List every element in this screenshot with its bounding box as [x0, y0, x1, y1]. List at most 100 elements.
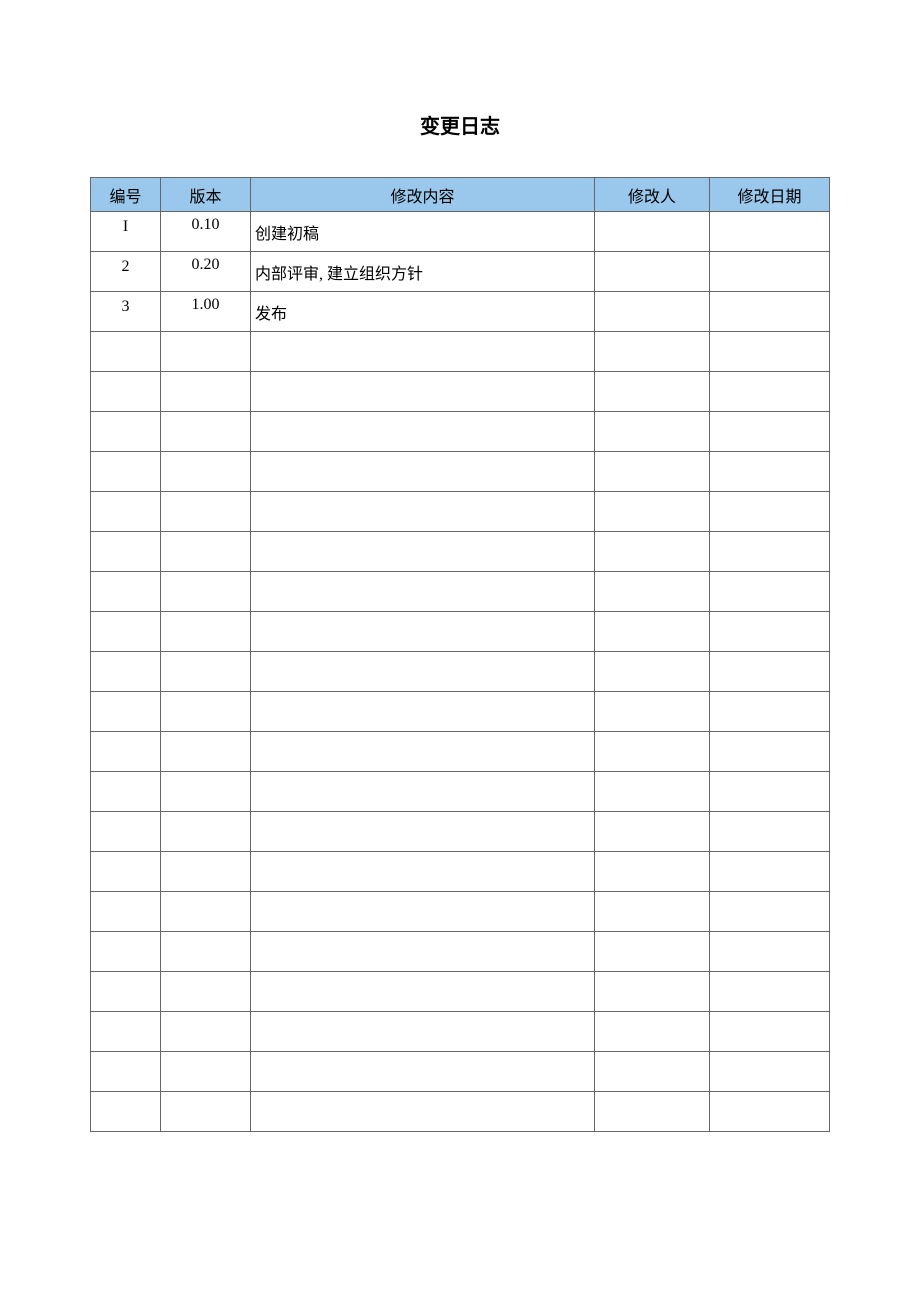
table-row: [91, 532, 830, 572]
cell-author: [595, 972, 710, 1012]
cell-author: [595, 732, 710, 772]
cell-num: [91, 852, 161, 892]
table-row: [91, 1092, 830, 1132]
cell-content: [251, 692, 595, 732]
cell-ver: [161, 612, 251, 652]
cell-date: [710, 732, 830, 772]
cell-author: [595, 572, 710, 612]
cell-num: [91, 692, 161, 732]
cell-author: [595, 612, 710, 652]
cell-ver: [161, 812, 251, 852]
cell-content: [251, 812, 595, 852]
cell-content: [251, 492, 595, 532]
table-row: [91, 492, 830, 532]
cell-num: [91, 972, 161, 1012]
table-row: [91, 692, 830, 732]
cell-date: [710, 492, 830, 532]
cell-author: [595, 1052, 710, 1092]
table-row: I0.10创建初稿: [91, 212, 830, 252]
cell-num: [91, 492, 161, 532]
cell-ver: [161, 772, 251, 812]
cell-date: [710, 692, 830, 732]
cell-date: [710, 852, 830, 892]
cell-date: [710, 372, 830, 412]
cell-author: [595, 692, 710, 732]
table-row: [91, 412, 830, 452]
cell-author: [595, 772, 710, 812]
cell-content: 内部评审, 建立组织方针: [251, 252, 595, 292]
table-row: [91, 572, 830, 612]
cell-date: [710, 292, 830, 332]
header-ver: 版本: [161, 178, 251, 212]
header-author: 修改人: [595, 178, 710, 212]
cell-ver: [161, 852, 251, 892]
cell-ver: [161, 972, 251, 1012]
cell-date: [710, 332, 830, 372]
cell-ver: 0.20: [161, 252, 251, 292]
cell-author: [595, 932, 710, 972]
cell-date: [710, 612, 830, 652]
cell-ver: [161, 652, 251, 692]
cell-num: [91, 532, 161, 572]
cell-ver: [161, 892, 251, 932]
table-row: [91, 932, 830, 972]
header-date: 修改日期: [710, 178, 830, 212]
table-row: [91, 732, 830, 772]
table-row: [91, 772, 830, 812]
cell-content: [251, 412, 595, 452]
cell-content: [251, 932, 595, 972]
cell-date: [710, 652, 830, 692]
cell-content: [251, 852, 595, 892]
cell-num: [91, 932, 161, 972]
cell-date: [710, 452, 830, 492]
changelog-table: 编号 版本 修改内容 修改人 修改日期 I0.10创建初稿20.20内部评审, …: [90, 177, 830, 1132]
cell-author: [595, 892, 710, 932]
cell-ver: [161, 372, 251, 412]
cell-date: [710, 1092, 830, 1132]
table-row: 20.20内部评审, 建立组织方针: [91, 252, 830, 292]
cell-ver: [161, 732, 251, 772]
table-row: [91, 332, 830, 372]
cell-content: [251, 732, 595, 772]
cell-date: [710, 1012, 830, 1052]
cell-author: [595, 1092, 710, 1132]
cell-ver: [161, 692, 251, 732]
table-row: [91, 1052, 830, 1092]
cell-date: [710, 972, 830, 1012]
cell-author: [595, 492, 710, 532]
cell-ver: [161, 332, 251, 372]
cell-date: [710, 932, 830, 972]
table-row: [91, 972, 830, 1012]
cell-content: [251, 652, 595, 692]
header-num: 编号: [91, 178, 161, 212]
cell-content: [251, 1052, 595, 1092]
table-row: [91, 452, 830, 492]
cell-author: [595, 852, 710, 892]
table-row: [91, 612, 830, 652]
cell-date: [710, 532, 830, 572]
cell-num: [91, 652, 161, 692]
table-row: [91, 372, 830, 412]
cell-ver: [161, 412, 251, 452]
cell-content: [251, 612, 595, 652]
cell-content: [251, 772, 595, 812]
page-title: 变更日志: [90, 110, 830, 139]
cell-num: [91, 1012, 161, 1052]
cell-author: [595, 652, 710, 692]
cell-content: [251, 452, 595, 492]
cell-ver: 0.10: [161, 212, 251, 252]
cell-ver: [161, 492, 251, 532]
cell-author: [595, 292, 710, 332]
cell-content: 创建初稿: [251, 212, 595, 252]
table-row: [91, 812, 830, 852]
cell-content: [251, 892, 595, 932]
table-row: 31.00发布: [91, 292, 830, 332]
cell-ver: [161, 1012, 251, 1052]
cell-author: [595, 452, 710, 492]
table-row: [91, 1012, 830, 1052]
cell-num: [91, 732, 161, 772]
cell-content: [251, 972, 595, 1012]
cell-date: [710, 412, 830, 452]
cell-author: [595, 412, 710, 452]
cell-author: [595, 812, 710, 852]
